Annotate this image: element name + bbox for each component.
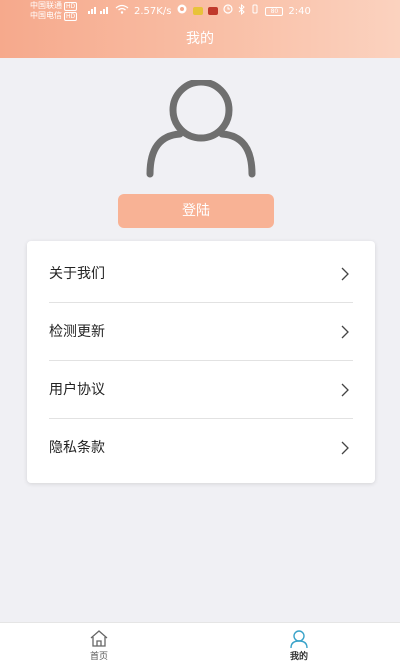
carrier-info: 中国联通 HD 中国电信 HD	[30, 1, 78, 21]
clock: 2:40	[288, 5, 311, 17]
menu-item-label: 隐私条款	[49, 440, 105, 456]
chevron-right-icon	[341, 383, 349, 397]
chevron-right-icon	[341, 267, 349, 281]
chevron-right-icon	[341, 325, 349, 339]
battery-icon: 80	[265, 6, 284, 16]
menu-item-label: 检测更新	[49, 324, 105, 340]
network-speed: 2.57K/s	[134, 5, 172, 17]
user-avatar-icon	[146, 78, 256, 178]
bluetooth-icon	[238, 3, 246, 19]
wifi-icon	[115, 4, 129, 18]
menu-item-label: 关于我们	[49, 266, 105, 282]
nav-item-mine[interactable]: 我的	[249, 623, 349, 666]
app-notification-icon	[176, 4, 188, 18]
header: 中国联通 HD 中国电信 HD 2.57K/s 80 2:40 我的	[0, 0, 400, 58]
chevron-right-icon	[341, 441, 349, 455]
nav-item-home[interactable]: 首页	[49, 623, 149, 666]
vibrate-icon	[250, 4, 260, 18]
app-notification-icon	[208, 7, 219, 15]
status-bar: 中国联通 HD 中国电信 HD 2.57K/s 80 2:40	[0, 0, 400, 22]
nav-label: 我的	[289, 652, 308, 662]
hd-badge: HD	[64, 12, 78, 21]
carrier-1: 中国联通	[30, 1, 62, 10]
user-icon	[290, 630, 308, 649]
menu-item-label: 用户协议	[49, 382, 105, 398]
menu-item-privacy-policy[interactable]: 隐私条款	[49, 419, 353, 477]
bottom-nav: 首页 我的	[0, 622, 400, 666]
menu-item-check-update[interactable]: 检测更新	[49, 303, 353, 361]
status-icons: 2.57K/s 80 2:40	[88, 3, 311, 19]
page-title: 我的	[186, 31, 214, 47]
app-notification-icon	[193, 7, 204, 15]
hd-badge: HD	[64, 2, 78, 11]
menu-item-about-us[interactable]: 关于我们	[49, 245, 353, 303]
login-button[interactable]: 登陆	[118, 194, 274, 228]
alarm-icon	[223, 4, 234, 18]
nav-label: 首页	[89, 652, 108, 662]
menu-item-user-agreement[interactable]: 用户协议	[49, 361, 353, 419]
home-icon	[90, 630, 108, 647]
signal-icon	[88, 4, 110, 18]
menu-list: 关于我们 检测更新 用户协议 隐私条款	[27, 241, 375, 483]
avatar[interactable]	[140, 78, 260, 180]
carrier-2: 中国电信	[30, 11, 62, 20]
